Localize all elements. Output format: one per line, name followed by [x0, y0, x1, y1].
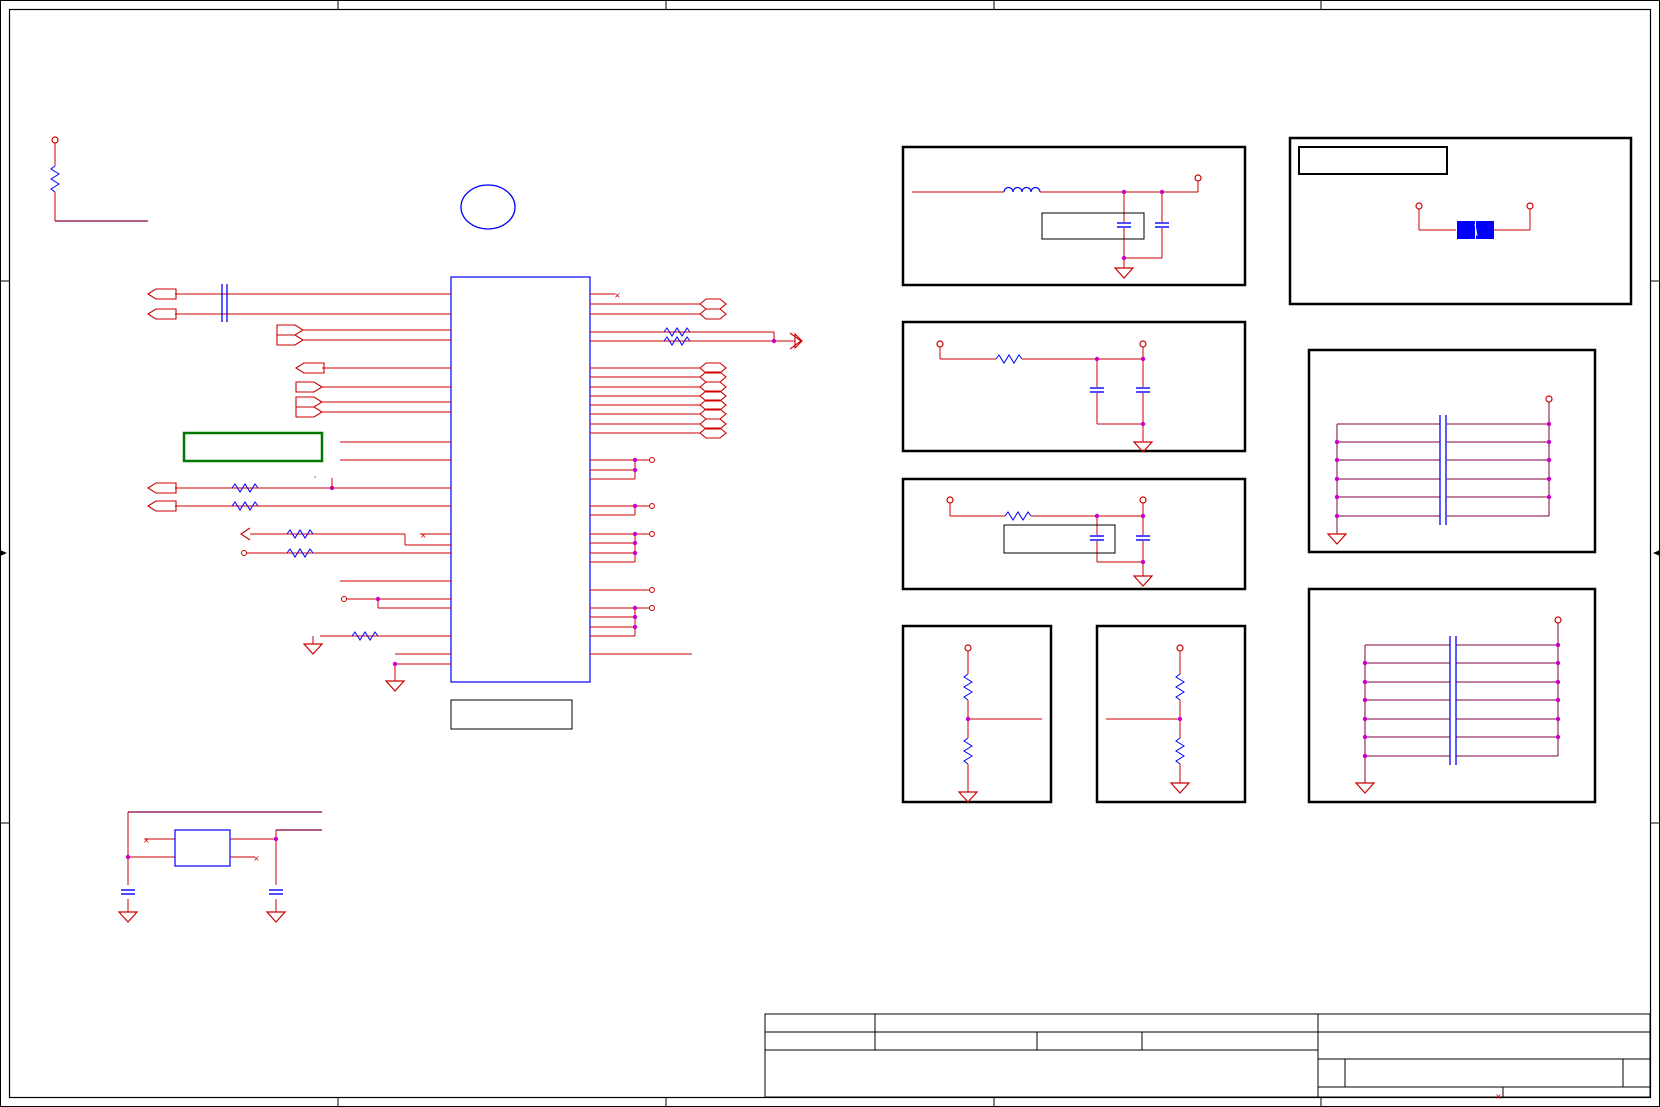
no-connect-mark: × [253, 854, 260, 863]
voltage-divider-left [901, 624, 1053, 804]
crystal-body [174, 829, 231, 867]
title-block [764, 1013, 1651, 1098]
pullup-resistor-top-left [50, 136, 148, 222]
no-connect-mark: × [614, 291, 621, 300]
schematic-canvas: × ' × × × × [0, 0, 1660, 1107]
decoupling-cap-bank-1 [1307, 348, 1597, 554]
voltage-divider-right [1095, 624, 1247, 804]
ic-right-pins [590, 293, 795, 655]
no-connect-mark: × [1495, 1092, 1502, 1101]
no-connect-mark: × [420, 531, 427, 540]
ic-label-box [450, 699, 573, 730]
decoupling-cap-bank-2 [1307, 587, 1597, 804]
jumper-pad-left [1457, 221, 1475, 239]
jumper-block [1288, 136, 1633, 306]
tick-mark: ' [314, 475, 316, 484]
power-filter-block-3 [901, 477, 1247, 591]
main-ic [450, 276, 591, 730]
crystal-circuit [127, 811, 322, 912]
schematic-sheet: × ' × × × × [0, 0, 1660, 1107]
ic-left-pins [175, 293, 451, 681]
highlight-box [182, 431, 324, 463]
jumper-pad-right [1476, 221, 1494, 239]
power-filter-block-2 [901, 320, 1247, 453]
fiducial-circle [460, 184, 516, 230]
no-connect-mark: × [143, 836, 150, 845]
power-filter-block-1 [901, 145, 1247, 287]
